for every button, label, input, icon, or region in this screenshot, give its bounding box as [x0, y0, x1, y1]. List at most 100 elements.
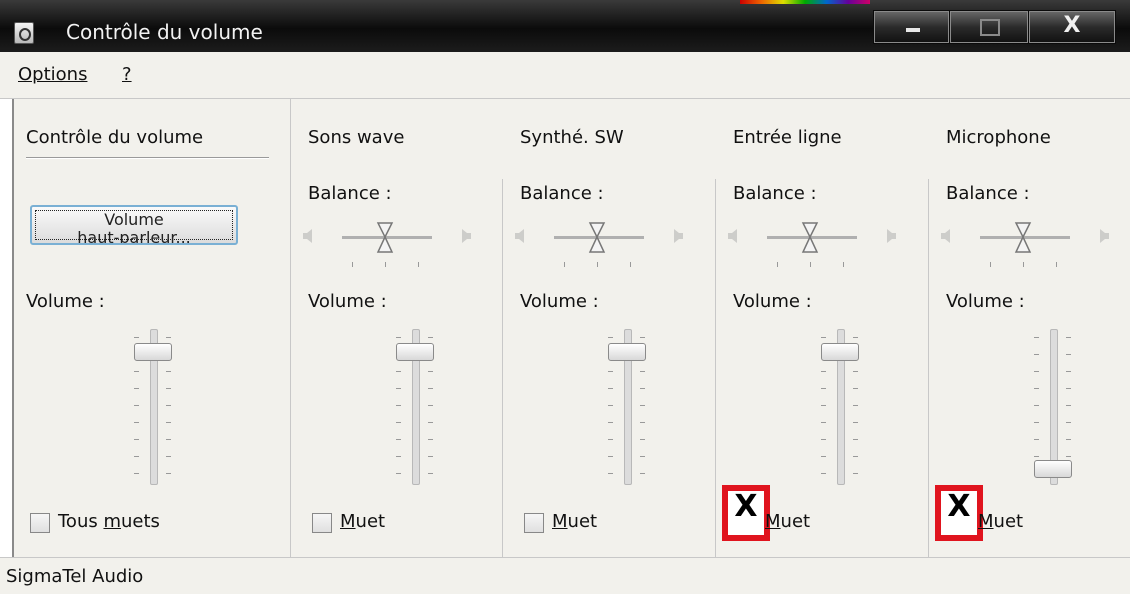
title-bar[interactable]: Contrôle du volume X: [0, 0, 1130, 52]
frame-border: [12, 99, 14, 557]
volume-slider[interactable]: [809, 329, 869, 489]
volume-tick: [166, 337, 171, 338]
balance-tick: [1056, 262, 1057, 267]
volume-tick: [396, 405, 401, 406]
volume-tick: [428, 405, 433, 406]
volume-slider[interactable]: [596, 329, 656, 489]
volume-tick: [821, 405, 826, 406]
balance-tick: [990, 262, 991, 267]
volume-thumb[interactable]: [134, 342, 172, 361]
volume-slider[interactable]: [384, 329, 444, 489]
balance-tick: [597, 262, 598, 267]
volume-tick: [1034, 354, 1039, 355]
balance-thumb[interactable]: [588, 222, 606, 254]
balance-thumb[interactable]: [801, 222, 819, 254]
volume-tick: [134, 456, 139, 457]
volume-tick: [608, 439, 613, 440]
volume-tick: [134, 371, 139, 372]
volume-tick: [1034, 388, 1039, 389]
mute-label: Muet: [552, 511, 598, 532]
maximize-icon: [980, 19, 1000, 36]
volume-tick: [1066, 371, 1071, 372]
mute-checkbox-highlighted[interactable]: X: [722, 485, 770, 541]
balance-slider[interactable]: [514, 214, 684, 274]
volume-tick: [821, 388, 826, 389]
balance-thumb[interactable]: [376, 222, 394, 254]
volume-tick: [396, 371, 401, 372]
volume-tick: [608, 456, 613, 457]
balance-slider[interactable]: [302, 214, 472, 274]
volume-tick: [640, 456, 645, 457]
menu-help[interactable]: ?: [122, 64, 132, 85]
volume-tick: [396, 473, 401, 474]
volume-tick: [396, 439, 401, 440]
mute-checkbox[interactable]: [524, 513, 544, 533]
volume-tick: [1034, 439, 1039, 440]
volume-tick: [821, 456, 826, 457]
volume-tick: [428, 473, 433, 474]
speaker-right-icon: [674, 229, 683, 243]
column-divider: [715, 179, 716, 557]
speaker-right-icon: [462, 229, 471, 243]
volume-thumb[interactable]: [396, 342, 434, 361]
balance-label: Balance :: [520, 183, 604, 204]
volume-tick: [1066, 422, 1071, 423]
volume-tick: [396, 422, 401, 423]
volume-tick: [640, 422, 645, 423]
volume-tick: [134, 405, 139, 406]
channel-title: Synthé. SW: [520, 127, 624, 148]
volume-tick: [853, 439, 858, 440]
column-divider: [928, 179, 929, 557]
volume-tick: [1066, 439, 1071, 440]
balance-thumb[interactable]: [1014, 222, 1032, 254]
check-x-icon: X: [947, 489, 971, 524]
speaker-icon[interactable]: [14, 22, 34, 44]
balance-tick: [352, 262, 353, 267]
speaker-volume-button[interactable]: Volume haut-parleur...: [30, 205, 238, 245]
balance-slider[interactable]: [940, 214, 1110, 274]
master-volume-label: Volume :: [26, 291, 105, 312]
master-volume-slider[interactable]: [122, 329, 182, 489]
balance-label: Balance :: [946, 183, 1030, 204]
channel-title: Sons wave: [308, 127, 405, 148]
volume-tick: [134, 473, 139, 474]
volume-tick: [166, 405, 171, 406]
speaker-right-icon: [1100, 229, 1109, 243]
balance-slider[interactable]: [727, 214, 897, 274]
volume-slider[interactable]: [1022, 329, 1082, 489]
volume-tick: [134, 439, 139, 440]
volume-tick: [821, 422, 826, 423]
volume-label: Volume :: [520, 291, 599, 312]
speaker-button-line1: Volume: [104, 210, 164, 229]
volume-label: Volume :: [733, 291, 812, 312]
mute-label: Muet: [340, 511, 386, 532]
speaker-left-icon: [303, 229, 312, 243]
volume-label: Volume :: [946, 291, 1025, 312]
volume-thumb[interactable]: [821, 342, 859, 361]
volume-tick: [853, 371, 858, 372]
speaker-button-line2: haut-parleur...: [77, 228, 191, 245]
balance-tick: [385, 262, 386, 267]
menu-options[interactable]: Options: [18, 64, 87, 85]
balance-label: Balance :: [308, 183, 392, 204]
mute-checkbox[interactable]: [312, 513, 332, 533]
master-mute-label: Tous muets: [58, 511, 160, 532]
maximize-button[interactable]: [949, 10, 1029, 44]
volume-tick: [608, 405, 613, 406]
volume-thumb[interactable]: [608, 342, 646, 361]
volume-tick: [396, 337, 401, 338]
volume-tick: [1066, 388, 1071, 389]
volume-tick: [853, 405, 858, 406]
volume-tick: [640, 439, 645, 440]
volume-thumb[interactable]: [1034, 460, 1072, 479]
volume-tick: [166, 473, 171, 474]
master-mute-checkbox[interactable]: [30, 513, 50, 533]
volume-tick: [134, 337, 139, 338]
mute-checkbox-highlighted[interactable]: X: [935, 485, 983, 541]
mute-label: Muet: [978, 511, 1024, 532]
close-button[interactable]: X: [1028, 10, 1116, 44]
channel-title: Entrée ligne: [733, 127, 842, 148]
status-bar: SigmaTel Audio: [0, 557, 1130, 594]
device-name: SigmaTel Audio: [6, 566, 144, 587]
minimize-button[interactable]: [873, 10, 950, 44]
